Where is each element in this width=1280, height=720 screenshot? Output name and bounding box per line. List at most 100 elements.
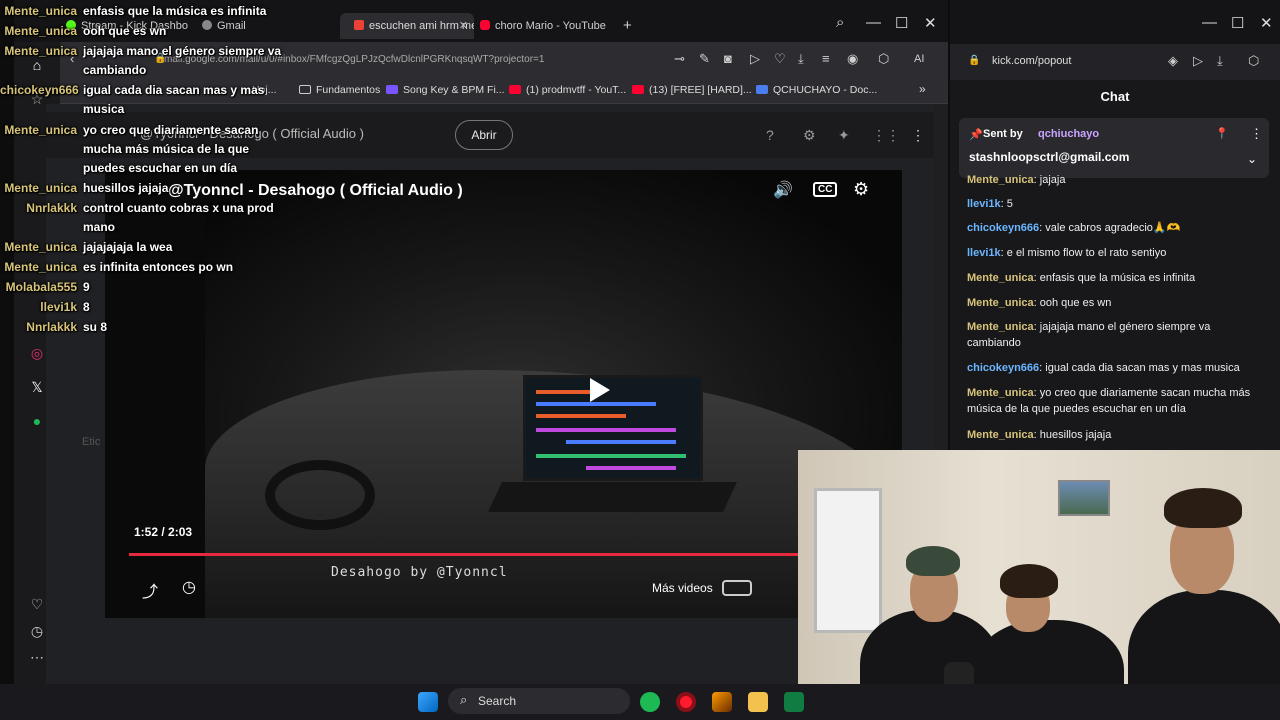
google-icon (202, 20, 212, 30)
chat-text: huesillos jajaja (1039, 429, 1112, 441)
video-title[interactable]: @Tyonncl - Desahogo ( Official Audio ) (168, 182, 463, 200)
chat-text: igual cada dia sacan mas y mas musica (1045, 362, 1240, 374)
watch-later-icon[interactable]: ◷ (182, 577, 196, 597)
chat-username[interactable]: llevi1k (967, 247, 1001, 259)
headphones (265, 460, 375, 530)
open-button[interactable]: Abrir (455, 120, 513, 150)
file-explorer-icon[interactable] (748, 692, 768, 712)
ai-button[interactable]: AI (914, 53, 924, 65)
more-videos-button[interactable]: Más videos (652, 580, 753, 596)
video-player[interactable]: @Tyonncl - Desahogo ( Official Audio ) 🔊… (105, 170, 902, 618)
camera-icon[interactable]: ◙ (724, 51, 732, 66)
chevron-down-icon[interactable]: ⌄ (1247, 152, 1257, 166)
overlay-chat-message: 8 (83, 300, 90, 314)
instagram-icon[interactable]: ◎ (28, 344, 46, 362)
play-icon[interactable] (590, 378, 610, 402)
pinned-username[interactable]: qchiuchayo (1038, 128, 1099, 140)
overlay-chat-username: Nnrlakkk (26, 320, 77, 334)
tab-gmail-message[interactable]: escuchen ami hrm me ✕ (340, 13, 474, 39)
gear-icon[interactable]: ⚙ (803, 127, 816, 144)
hair-right (1164, 488, 1242, 528)
overlay-chat-message: jajajajaja la wea (83, 240, 173, 254)
profile-icon[interactable]: ◉ (847, 51, 858, 67)
close-window-button[interactable]: ✕ (924, 14, 937, 32)
close-tab-icon[interactable]: ✕ (459, 13, 468, 39)
pinned-text: stashnloopsctrl@gmail.com (969, 150, 1130, 164)
docs-icon (756, 85, 768, 94)
chat-username[interactable]: Mente_unica (967, 272, 1034, 284)
minimize-button[interactable]: — (1202, 14, 1217, 31)
windows-start-icon[interactable] (418, 692, 438, 712)
close-window-button[interactable]: ✕ (1260, 14, 1273, 32)
overlay-chat-message: musica (83, 102, 125, 116)
shield-icon[interactable]: ◈ (1168, 53, 1178, 69)
heart-icon[interactable]: ♡ (774, 51, 786, 67)
captions-icon[interactable]: CC (813, 182, 838, 197)
chat-text: ooh que es wn (1039, 297, 1112, 309)
chat-username[interactable]: Mente_unica (967, 297, 1034, 309)
minimize-button[interactable]: — (866, 14, 881, 31)
overlay-chat-username: Mente_unica (4, 240, 77, 254)
history-icon[interactable]: ◷ (28, 622, 46, 640)
unpin-icon[interactable]: 📍 (1215, 127, 1229, 140)
more-bookmarks-icon[interactable]: » (919, 82, 926, 96)
play-icon[interactable]: ▷ (750, 51, 760, 67)
maximize-button[interactable]: ☐ (1231, 14, 1244, 32)
tab-youtube[interactable]: choro Mario - YouTube (480, 13, 620, 39)
bookmark-song-key[interactable]: Song Key & BPM Fi... (386, 84, 505, 96)
overlay-chat-message: yo creo que diariamente sacan (83, 123, 259, 137)
apps-icon[interactable]: ⋮⋮ (872, 127, 900, 144)
settings-icon[interactable]: ⚙ (853, 179, 869, 200)
share-icon[interactable]: ⤴ (142, 578, 158, 602)
overlay-chat-message: ooh que es wn (83, 24, 167, 38)
chat-username[interactable]: Mente_unica (967, 174, 1034, 186)
bookmark-prodmvtff[interactable]: (1) prodmvtff - YouT... (509, 84, 626, 96)
chat-message: chicokeyn666: vale cabros agradecio🙏🫶 (967, 220, 1267, 236)
excel-icon[interactable] (784, 692, 804, 712)
search-tabs-icon[interactable]: ⌕ (836, 14, 844, 31)
pin-options-icon[interactable]: ⋮ (1250, 126, 1263, 142)
download-icon[interactable]: ⤓ (798, 51, 804, 67)
edit-icon[interactable]: ✎ (699, 51, 710, 67)
maximize-button[interactable]: ☐ (895, 14, 908, 32)
volume-icon[interactable]: 🔊 (773, 180, 793, 200)
extension-icon[interactable]: ⬡ (1248, 53, 1259, 69)
chat-username[interactable]: Mente_unica (967, 429, 1034, 441)
gmail-icon (354, 20, 364, 30)
home-icon[interactable]: ⌂ (28, 56, 46, 74)
fl-studio-icon[interactable] (712, 692, 732, 712)
chat-username[interactable]: Mente_unica (967, 321, 1034, 333)
chat-username[interactable]: llevi1k (967, 198, 1001, 210)
bookmark-free-hard[interactable]: (13) [FREE] [HARD]... (632, 84, 752, 96)
key-icon[interactable]: ⊸ (674, 51, 685, 67)
download-icon[interactable]: ⤓ (1217, 53, 1223, 69)
bookmark-qchuchayo-doc[interactable]: QCHUCHAYO - Doc... (756, 84, 877, 96)
chat-message: llevi1k: e el mismo flow to el rato sent… (967, 245, 1267, 261)
opera-icon[interactable] (676, 692, 696, 712)
hair-middle (1000, 564, 1058, 598)
x-icon[interactable]: 𝕏 (28, 378, 46, 396)
taskbar-search[interactable]: Search (448, 688, 630, 714)
menu-icon[interactable]: ≡ (822, 51, 830, 66)
sparkle-icon[interactable]: ✦ (838, 127, 850, 144)
more-icon[interactable]: ⋯ (28, 648, 46, 666)
overlay-chat-message: su 8 (83, 320, 108, 334)
bookmark-fundamentos[interactable]: Fundamentos (299, 84, 380, 96)
play-icon[interactable]: ▷ (1193, 53, 1203, 69)
chat-username[interactable]: chicokeyn666 (967, 362, 1039, 374)
overlay-chat-username: Mente_unica (4, 44, 77, 58)
overlay-chat-username: Molabala555 (5, 280, 77, 294)
kick-title-bar: — ☐ ✕ (950, 0, 1280, 44)
spotify-icon[interactable]: ● (28, 412, 46, 430)
extension-icon[interactable]: ⬡ (878, 51, 889, 67)
more-options-icon[interactable]: ⋮ (911, 127, 925, 144)
new-tab-button[interactable]: + (623, 13, 639, 39)
spotify-icon[interactable] (640, 692, 660, 712)
desktop: Stream - Kick Dashbo Gmail escuchen ami … (0, 0, 1280, 720)
kick-url-field[interactable]: kick.com/popout (992, 55, 1071, 67)
chat-username[interactable]: chicokeyn666 (967, 222, 1039, 234)
help-icon[interactable]: ? (766, 127, 774, 143)
youtube-icon (632, 85, 644, 94)
heart-icon[interactable]: ♡ (28, 595, 46, 613)
chat-username[interactable]: Mente_unica (967, 387, 1034, 399)
